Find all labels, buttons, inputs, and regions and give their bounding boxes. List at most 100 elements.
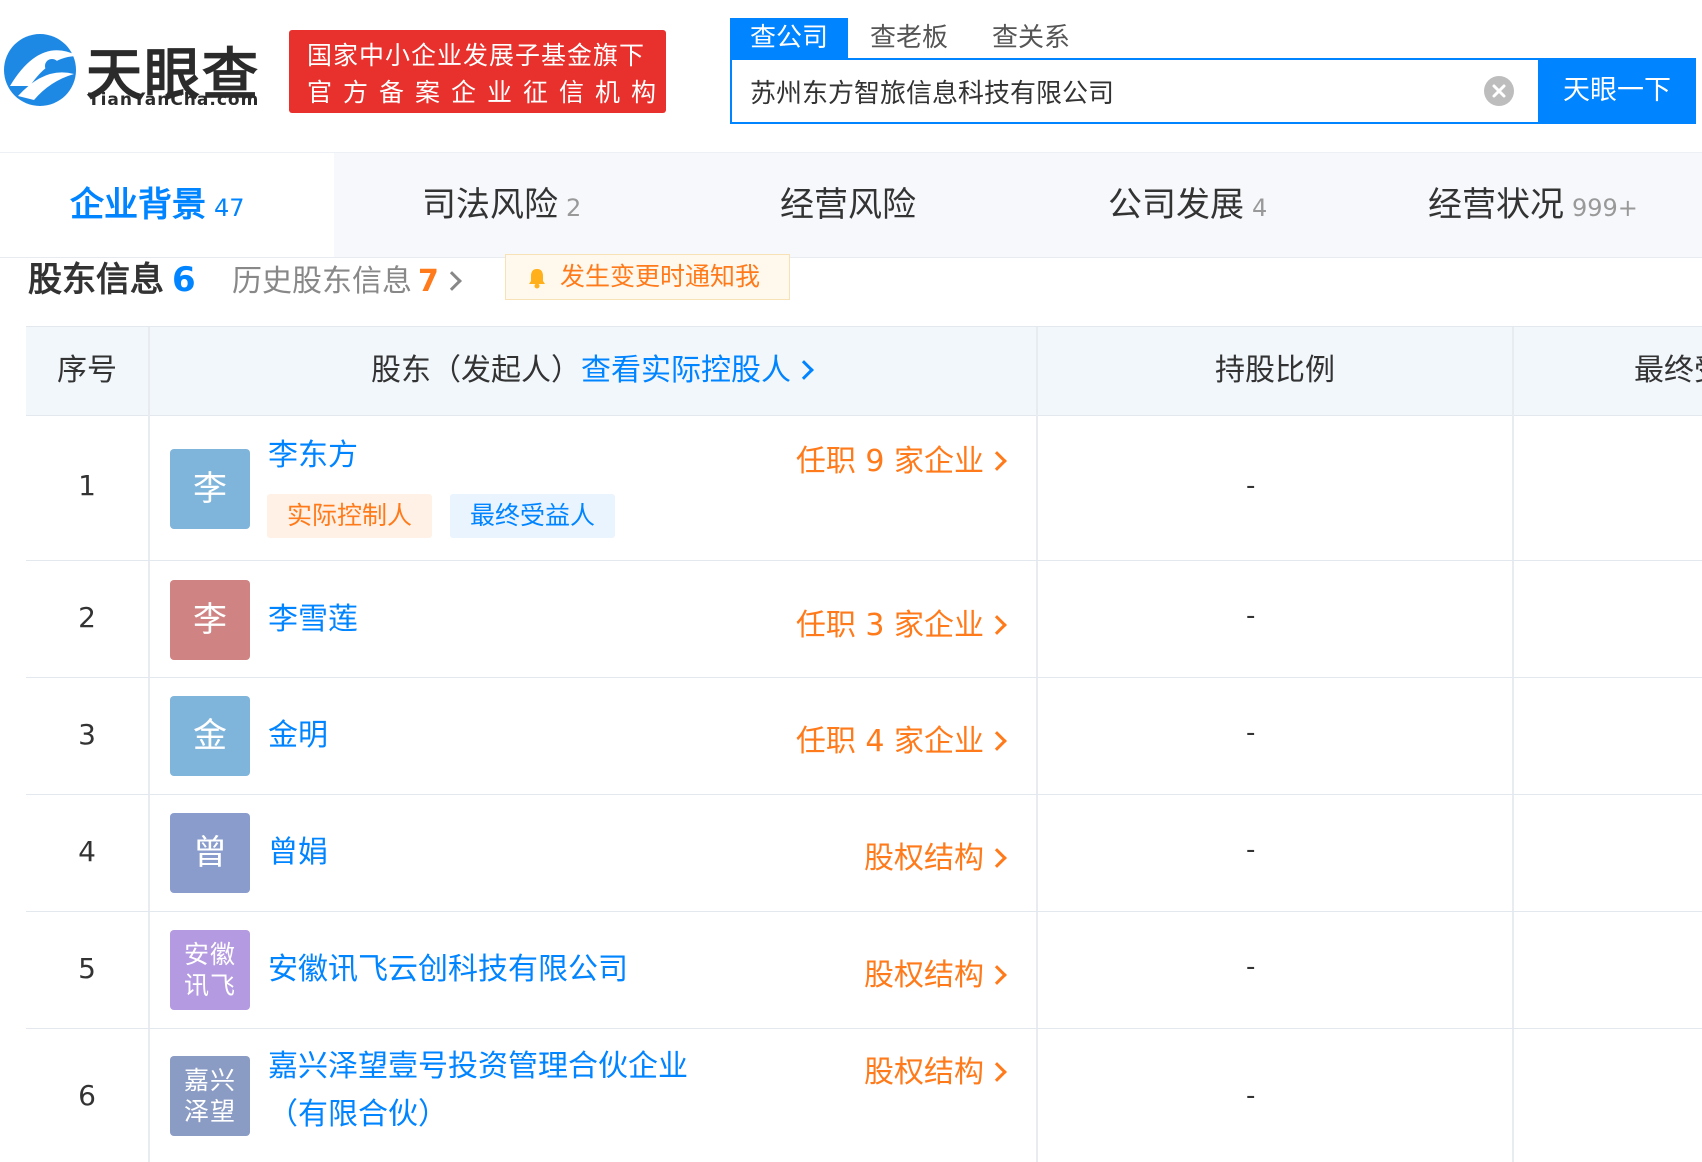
notify-label: 发生变更时通知我 [560, 262, 761, 291]
row-action-link[interactable]: 股权结构 [608, 950, 1008, 994]
header-ratio: 持股比例 [1215, 353, 1335, 388]
row-action-label: 股权结构 [864, 958, 984, 993]
chevron-right-icon [987, 848, 1007, 868]
view-controller-label: 查看实际控股人 [581, 353, 791, 388]
nav-count: 2 [566, 194, 582, 222]
header-last: 最终受 [1634, 353, 1702, 388]
ratio-value: - [1246, 718, 1256, 748]
search-button[interactable]: 天眼一下 [1538, 58, 1696, 124]
shareholder-name-line-2[interactable]: （有限合伙） [268, 1091, 448, 1139]
history-shareholders-link[interactable]: 历史股东信息 7 [232, 256, 463, 300]
avatar[interactable]: 安徽 讯飞 [170, 930, 250, 1010]
tab-search-company[interactable]: 查公司 [730, 18, 849, 58]
history-label: 历史股东信息 [232, 264, 412, 299]
row-index: 6 [78, 1079, 96, 1112]
promo-line-2: 官方备案企业征信机构 [307, 78, 668, 107]
ratio-value: - [1246, 835, 1256, 865]
row-action-label: 任职 4 家企业 [795, 724, 984, 759]
history-count: 7 [418, 264, 439, 299]
row-action-label: 任职 9 家企业 [795, 444, 984, 479]
chevron-right-icon [987, 731, 1007, 751]
nav-count: 47 [214, 194, 245, 222]
shareholder-name[interactable]: 李东方 [268, 432, 358, 480]
avatar-line: 泽望 [183, 1097, 236, 1126]
row-action-link[interactable]: 股权结构 [608, 833, 1008, 877]
avatar-line: 嘉兴 [183, 1066, 236, 1095]
row-action-link[interactable]: 任职 4 家企业 [608, 716, 1008, 760]
row-action-label: 任职 3 家企业 [795, 608, 984, 643]
row-index: 3 [78, 718, 96, 751]
avatar[interactable]: 嘉兴 泽望 [170, 1056, 250, 1136]
nav-tab-background[interactable]: 企业背景 47 [0, 153, 334, 257]
header-index: 序号 [57, 353, 117, 388]
eye-logo-icon [4, 34, 78, 106]
ratio-value: - [1246, 1081, 1256, 1111]
nav-tab-business-status[interactable]: 经营状况 999+ [1428, 153, 1638, 257]
tab-search-relation[interactable]: 查关系 [992, 18, 1070, 58]
chevron-right-icon [987, 615, 1007, 635]
section-title: 股东信息 6 [28, 252, 196, 301]
row-action-link[interactable]: 任职 3 家企业 [608, 600, 1008, 644]
avatar[interactable]: 曾 [170, 813, 250, 893]
table-row: 5 安徽 讯飞 安徽讯飞云创科技有限公司 股权结构 - [26, 912, 1702, 1029]
table-row: 6 嘉兴 泽望 嘉兴泽望壹号投资管理合伙企业 （有限合伙） 股权结构 - [26, 1029, 1702, 1162]
nav-tab-development[interactable]: 公司发展 4 [1108, 153, 1267, 257]
shareholder-name[interactable]: 曾娟 [268, 829, 328, 877]
logo-domain: TianYanCha.com [88, 90, 260, 110]
table-row: 4 曾 曾娟 股权结构 - [26, 795, 1702, 912]
nav-count: 999+ [1572, 194, 1638, 222]
ratio-value: - [1246, 601, 1256, 631]
promo-banner[interactable]: 国家中小企业发展子基金旗下 官方备案企业征信机构 [289, 30, 666, 113]
search-box: 天眼一下 [730, 58, 1696, 124]
shareholder-table: 序号 股东（发起人）查看实际控股人 持股比例 最终受 1 李 李东方 任职 9 … [26, 326, 1702, 1162]
row-index: 5 [78, 952, 96, 985]
nav-label: 司法风险 [422, 185, 558, 225]
chevron-right-icon [987, 451, 1007, 471]
nav-label: 经营风险 [780, 185, 916, 225]
nav-label: 经营状况 [1428, 185, 1564, 225]
tag-beneficiary: 最终受益人 [450, 494, 616, 538]
chevron-right-icon [794, 360, 814, 380]
row-index: 2 [78, 601, 96, 634]
nav-label: 企业背景 [70, 185, 206, 225]
row-index: 1 [78, 469, 96, 502]
section-count: 6 [172, 260, 196, 300]
shareholder-name[interactable]: 安徽讯飞云创科技有限公司 [268, 946, 628, 994]
view-controller-link[interactable]: 查看实际控股人 [581, 353, 815, 388]
section-title-text: 股东信息 [28, 260, 164, 300]
row-action-link[interactable]: 股权结构 [608, 1047, 1008, 1091]
avatar-line: 讯飞 [183, 971, 236, 1000]
ratio-value: - [1246, 952, 1256, 982]
tab-search-boss[interactable]: 查老板 [870, 18, 948, 58]
clear-icon[interactable] [1484, 76, 1514, 106]
bell-icon [529, 269, 545, 289]
category-nav: 企业背景 47 司法风险 2 经营风险 公司发展 4 经营状况 999+ [0, 152, 1702, 258]
table-row: 3 金 金明 任职 4 家企业 - [26, 678, 1702, 795]
avatar[interactable]: 李 [170, 449, 250, 529]
table-header: 序号 股东（发起人）查看实际控股人 持股比例 最终受 [26, 327, 1702, 416]
ratio-value: - [1246, 471, 1256, 501]
chevron-right-icon [441, 271, 462, 291]
table-row: 1 李 李东方 任职 9 家企业 实际控制人 最终受益人 - [26, 416, 1702, 561]
row-index: 4 [78, 835, 96, 868]
tag-actual-controller: 实际控制人 [267, 494, 433, 538]
avatar[interactable]: 李 [170, 580, 250, 660]
site-logo[interactable]: 天眼查 TianYanCha.com [0, 26, 270, 116]
avatar[interactable]: 金 [170, 696, 250, 776]
search-input[interactable] [750, 60, 1470, 122]
row-action-label: 股权结构 [864, 1055, 984, 1090]
top-header: 天眼查 TianYanCha.com 国家中小企业发展子基金旗下 官方备案企业征… [0, 0, 1702, 152]
chevron-right-icon [987, 1062, 1007, 1082]
avatar-line: 安徽 [183, 940, 236, 969]
header-shareholder-label: 股东（发起人） [371, 353, 581, 388]
shareholder-name[interactable]: 金明 [268, 712, 328, 760]
shareholder-name[interactable]: 李雪莲 [268, 596, 358, 644]
row-action-link[interactable]: 任职 9 家企业 [608, 436, 1008, 480]
chevron-right-icon [987, 965, 1007, 985]
table-row: 2 李 李雪莲 任职 3 家企业 - [26, 561, 1702, 678]
promo-line-1: 国家中小企业发展子基金旗下 [307, 41, 646, 70]
nav-tab-operation-risk[interactable]: 经营风险 [780, 153, 916, 257]
nav-tab-legal-risk[interactable]: 司法风险 2 [422, 153, 581, 257]
row-action-label: 股权结构 [864, 841, 984, 876]
notify-button[interactable]: 发生变更时通知我 [505, 254, 790, 300]
